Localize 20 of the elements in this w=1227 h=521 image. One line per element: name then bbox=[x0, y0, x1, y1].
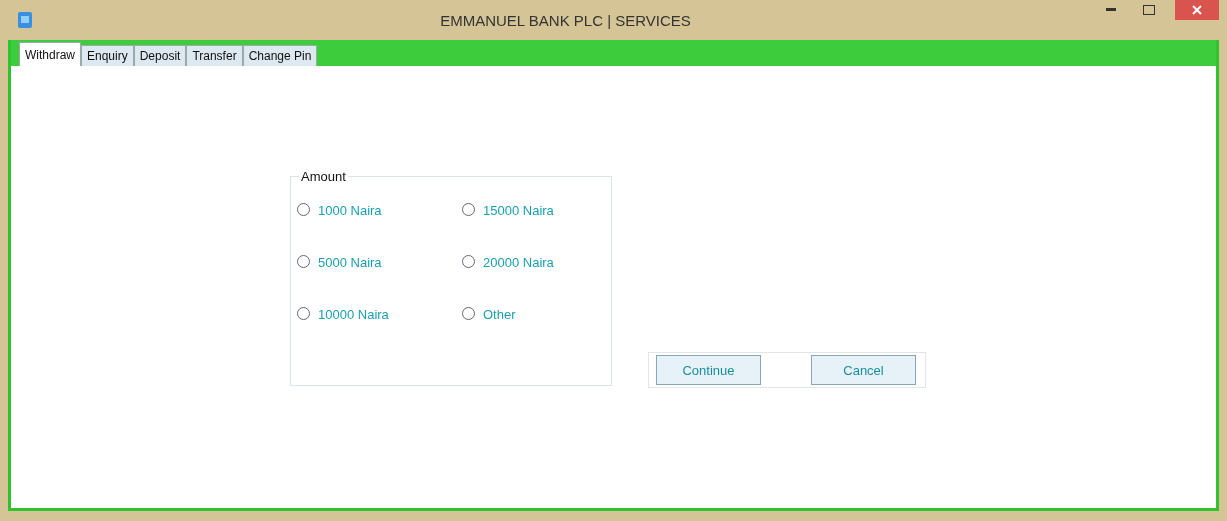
group-title: Amount bbox=[299, 169, 348, 184]
tab[interactable]: Deposit bbox=[133, 45, 187, 66]
tab[interactable]: Change Pin bbox=[242, 45, 318, 66]
radio-option[interactable]: 1000 Naira bbox=[297, 203, 382, 221]
maximize-icon bbox=[1143, 5, 1155, 15]
minimize-icon bbox=[1106, 8, 1116, 12]
close-icon bbox=[1192, 5, 1202, 15]
tab[interactable]: Transfer bbox=[186, 45, 243, 66]
radio-option[interactable]: 20000 Naira bbox=[462, 255, 554, 273]
radio-option[interactable]: 15000 Naira bbox=[462, 203, 554, 221]
continue-button[interactable]: Continue bbox=[656, 355, 761, 385]
close-button[interactable] bbox=[1175, 0, 1219, 20]
cancel-button[interactable]: Cancel bbox=[811, 355, 916, 385]
radio-option[interactable]: 10000 Naira bbox=[297, 307, 389, 325]
radio-option[interactable]: 5000 Naira bbox=[297, 255, 382, 273]
tab[interactable]: Withdraw bbox=[19, 42, 81, 66]
app-icon bbox=[18, 12, 32, 28]
radio-option[interactable]: Other bbox=[462, 307, 516, 325]
tab[interactable]: Enquiry bbox=[81, 45, 134, 66]
window-title: EMMANUEL BANK PLC | SERVICES bbox=[439, 11, 692, 29]
